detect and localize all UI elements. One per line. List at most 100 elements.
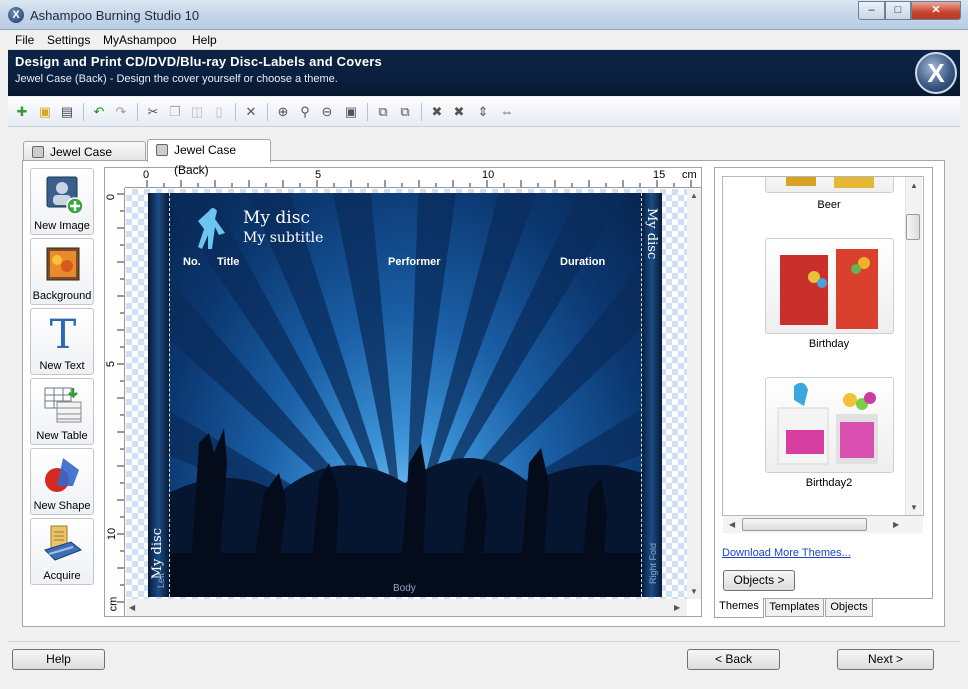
menu-file[interactable]: File <box>15 33 34 47</box>
flip-horizontal-icon[interactable]: ⇔ <box>499 104 515 120</box>
new-table-button[interactable]: New Table <box>30 378 94 445</box>
delete-icon[interactable]: ▯ <box>211 104 227 120</box>
scroll-right-icon[interactable]: ▶ <box>674 603 680 612</box>
background-icon <box>46 247 80 281</box>
ruler-label: 0 <box>143 169 150 181</box>
align-left-icon[interactable]: ✖ <box>429 104 445 120</box>
flip-vertical-icon[interactable]: ⇕ <box>475 104 491 120</box>
new-text-label: New Text <box>39 360 85 372</box>
ruler-unit: cm <box>107 596 120 612</box>
scroll-thumb-horizontal[interactable] <box>742 518 867 531</box>
zoom-in-icon[interactable]: ⊕ <box>275 104 291 120</box>
beer-theme-image <box>786 177 874 188</box>
download-more-themes-link[interactable]: Download More Themes... <box>722 547 851 559</box>
menu-bar: File Settings MyAshampoo Help <box>8 30 960 50</box>
cover-title[interactable]: My disc <box>243 208 310 228</box>
background-button[interactable]: Background <box>30 238 94 305</box>
column-header-no: No. <box>183 256 201 268</box>
ruler-label: 0 <box>105 193 118 201</box>
send-back-icon[interactable]: ⧉ <box>397 104 413 120</box>
light-rays-image <box>169 193 641 597</box>
tab-themes[interactable]: Themes <box>714 598 764 618</box>
theme-label-birthday2: Birthday2 <box>805 477 853 489</box>
scroll-down-icon[interactable]: ▼ <box>690 587 698 596</box>
theme-thumbnail-birthday2[interactable] <box>765 377 894 473</box>
spine-text-left[interactable]: My disc <box>150 528 165 579</box>
title-bar: X Ashampoo Burning Studio 10 – □ ✕ <box>0 0 968 30</box>
undo-icon[interactable]: ↶ <box>91 104 107 120</box>
new-text-button[interactable]: T New Text <box>30 308 94 375</box>
paste-icon[interactable]: ◫ <box>189 104 205 120</box>
help-button[interactable]: Help <box>12 649 105 670</box>
erase-icon[interactable]: ✕ <box>243 104 259 120</box>
save-icon[interactable]: ▤ <box>59 104 75 120</box>
ruler-label: 5 <box>105 360 118 368</box>
zoom-out-icon[interactable]: ⊖ <box>319 104 335 120</box>
tab-jewel-case-back[interactable]: Jewel Case (Back) <box>147 139 271 177</box>
menu-myashampoo[interactable]: MyAshampoo <box>103 33 176 47</box>
toolbar-separator <box>83 103 84 121</box>
scroll-up-icon[interactable]: ▲ <box>910 181 918 190</box>
toolbar-separator <box>367 103 368 121</box>
theme-thumbnail-birthday[interactable] <box>765 238 894 334</box>
theme-thumbnail-beer[interactable] <box>765 177 894 193</box>
canvas-horizontal-scrollbar[interactable]: ◀ ▶ <box>126 599 687 616</box>
header-banner: Design and Print CD/DVD/Blu-ray Disc-Lab… <box>8 50 960 96</box>
new-shape-button[interactable]: New Shape <box>30 448 94 515</box>
tab-templates[interactable]: Templates <box>765 599 824 617</box>
cover-body: My disc My subtitle No. Title Performer … <box>169 193 641 597</box>
objects-button[interactable]: Objects > <box>723 570 795 591</box>
align-right-icon[interactable]: ✖ <box>451 104 467 120</box>
close-button[interactable]: ✕ <box>911 1 961 20</box>
jewel-case-icon <box>156 144 168 156</box>
new-shape-label: New Shape <box>33 500 91 512</box>
scroll-up-icon[interactable]: ▲ <box>690 191 698 200</box>
cover-design[interactable]: My disc My subtitle No. Title Performer … <box>148 193 662 597</box>
footer-divider <box>8 641 960 642</box>
new-image-icon <box>46 176 84 215</box>
cover-subtitle[interactable]: My subtitle <box>243 230 323 246</box>
bring-front-icon[interactable]: ⧉ <box>375 104 391 120</box>
new-image-label: New Image <box>34 220 90 232</box>
next-button[interactable]: Next > <box>837 649 934 670</box>
canvas-vertical-scrollbar[interactable]: ▲ ▼ <box>687 189 701 599</box>
scroll-thumb-vertical[interactable] <box>906 214 920 240</box>
scanner-icon <box>44 525 82 561</box>
redo-icon[interactable]: ↷ <box>113 104 129 120</box>
acquire-button[interactable]: Acquire <box>30 518 94 585</box>
back-button[interactable]: < Back <box>687 649 780 670</box>
menu-help[interactable]: Help <box>192 33 217 47</box>
body-label: Body <box>393 583 416 594</box>
ruler-ticks <box>146 180 692 187</box>
tab-jewel-case-front[interactable]: Jewel Case (Front) <box>23 141 146 179</box>
column-header-duration: Duration <box>560 256 606 268</box>
ruler-vertical: 0 5 10 cm <box>105 188 125 616</box>
page-title: Design and Print CD/DVD/Blu-ray Disc-Lab… <box>15 54 382 69</box>
scroll-left-icon[interactable]: ◀ <box>729 520 735 529</box>
ruler-label: 10 <box>482 169 495 181</box>
zoom-plus-icon[interactable]: ⚲ <box>297 104 313 120</box>
app-icon[interactable]: X <box>8 7 24 23</box>
maximize-button[interactable]: □ <box>885 1 911 20</box>
toolbar-separator <box>137 103 138 121</box>
tab-objects[interactable]: Objects <box>825 599 873 617</box>
text-t-icon: T <box>49 312 77 358</box>
ashampoo-logo-icon: X <box>915 52 957 94</box>
fold-line-left <box>169 193 170 597</box>
new-doc-icon[interactable]: ✚ <box>14 104 30 120</box>
scroll-down-icon[interactable]: ▼ <box>910 503 918 512</box>
scroll-left-icon[interactable]: ◀ <box>129 603 135 612</box>
zoom-fit-icon[interactable]: ▣ <box>343 104 359 120</box>
open-folder-icon[interactable]: ▣ <box>37 104 53 120</box>
minimize-button[interactable]: – <box>858 1 885 20</box>
window-title: Ashampoo Burning Studio 10 <box>30 8 200 23</box>
cut-icon[interactable]: ✂ <box>145 104 161 120</box>
ruler-horizontal: 0 5 10 15 cm <box>125 168 701 188</box>
fold-label-right: Right Fold <box>648 543 658 585</box>
menu-settings[interactable]: Settings <box>47 33 90 47</box>
new-image-button[interactable]: New Image <box>30 168 94 235</box>
scroll-right-icon[interactable]: ▶ <box>893 520 899 529</box>
spine-text-right[interactable]: My disc <box>644 208 659 259</box>
theme-label-birthday: Birthday <box>808 338 850 350</box>
copy-icon[interactable]: ❐ <box>167 104 183 120</box>
